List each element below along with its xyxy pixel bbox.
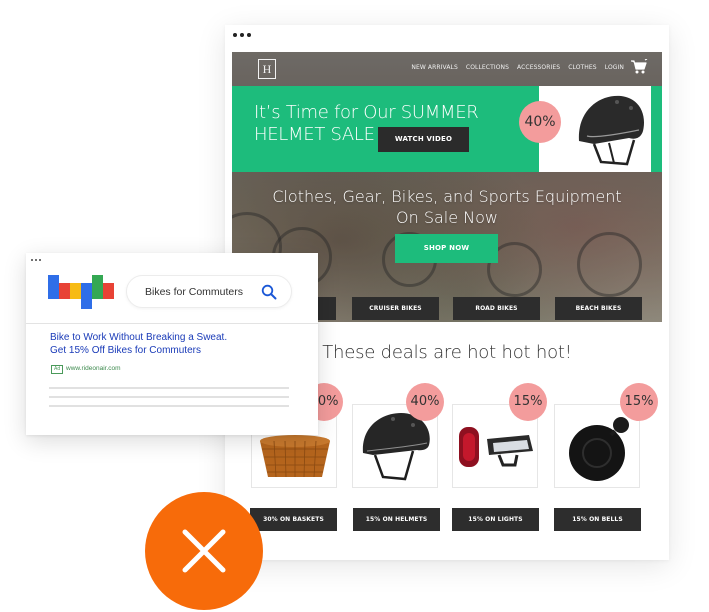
magnifier-icon[interactable] xyxy=(261,284,277,300)
window-menu-dots[interactable] xyxy=(31,259,41,261)
nav-collections[interactable]: COLLECTIONS xyxy=(466,64,509,71)
watch-video-button[interactable]: WATCH VIDEO xyxy=(378,127,469,152)
dot-icon xyxy=(247,33,251,37)
logo-bar xyxy=(48,275,59,299)
search-results-window: Bike to Work Without Breaking a Sweat. G… xyxy=(26,253,318,435)
helmets-deal-button[interactable]: 15% ON HELMETS xyxy=(353,508,440,531)
dot-icon xyxy=(233,33,237,37)
bells-deal-button[interactable]: 15% ON BELLS xyxy=(554,508,641,531)
x-close-icon xyxy=(182,529,226,573)
store-top-nav: H NEW ARRIVALS COLLECTIONS ACCESSORIES C… xyxy=(232,52,662,86)
bike-wheel-decoration xyxy=(577,232,642,297)
divider xyxy=(26,323,318,324)
dot-icon xyxy=(39,259,41,261)
promo-title-line1: It’s Time for Our SUMMER xyxy=(254,102,479,123)
logo-bar xyxy=(59,283,70,299)
logo-bar xyxy=(92,275,103,299)
ad-display-url[interactable]: www.rideonair.com xyxy=(66,365,121,373)
ad-label-badge: Ad xyxy=(51,365,64,374)
placeholder-text-line xyxy=(49,405,289,407)
shop-now-button[interactable]: SHOP NOW xyxy=(395,234,498,263)
search-input[interactable] xyxy=(145,286,255,298)
window-menu-dots[interactable] xyxy=(233,33,251,37)
placeholder-text-line xyxy=(49,387,289,389)
dot-icon xyxy=(31,259,33,261)
ad-headline-line1: Bike to Work Without Breaking a Sweat. xyxy=(50,332,228,343)
placeholder-text-line xyxy=(49,396,289,398)
hero-headline-line1: Clothes, Gear, Bikes, and Sports Equipme… xyxy=(272,187,622,206)
product-discount-badge: 15% xyxy=(509,383,547,421)
promo-discount-badge: 40% xyxy=(519,101,561,143)
shopping-cart-icon[interactable] xyxy=(630,59,648,75)
ad-headline-link[interactable]: Bike to Work Without Breaking a Sweat. G… xyxy=(50,331,227,357)
lights-deal-button[interactable]: 15% ON LIGHTS xyxy=(452,508,539,531)
nav-accessories[interactable]: ACCESSORIES xyxy=(517,64,560,71)
dot-icon xyxy=(35,259,37,261)
baskets-deal-button[interactable]: 30% ON BASKETS xyxy=(250,508,337,531)
category-road-bikes[interactable]: ROAD BIKES xyxy=(453,297,540,320)
nav-new-arrivals[interactable]: NEW ARRIVALS xyxy=(411,64,458,71)
reject-badge xyxy=(145,492,263,610)
logo-bar xyxy=(81,283,92,309)
hero-headline-line2: On Sale Now xyxy=(396,208,498,227)
dot-icon xyxy=(240,33,244,37)
nav-login[interactable]: LOGIN xyxy=(605,64,624,71)
ad-headline-line2: Get 15% Off Bikes for Commuters xyxy=(50,345,201,356)
product-discount-badge: 40% xyxy=(406,383,444,421)
summer-helmet-promo-banner: It’s Time for Our SUMMER HELMET SALE WAT… xyxy=(232,86,662,172)
hero-headline: Clothes, Gear, Bikes, and Sports Equipme… xyxy=(232,186,662,228)
product-discount-badge: 15% xyxy=(620,383,658,421)
logo-bar xyxy=(103,283,114,299)
search-box[interactable] xyxy=(126,275,292,308)
nav-clothes[interactable]: CLOTHES xyxy=(568,64,597,71)
nav-links: NEW ARRIVALS COLLECTIONS ACCESSORIES CLO… xyxy=(411,64,624,71)
brand-logo[interactable]: H xyxy=(258,59,276,79)
search-engine-logo[interactable] xyxy=(48,275,114,311)
category-cruiser-bikes[interactable]: CRUISER BIKES xyxy=(352,297,439,320)
category-beach-bikes[interactable]: BEACH BIKES xyxy=(555,297,642,320)
logo-bar xyxy=(70,283,81,299)
